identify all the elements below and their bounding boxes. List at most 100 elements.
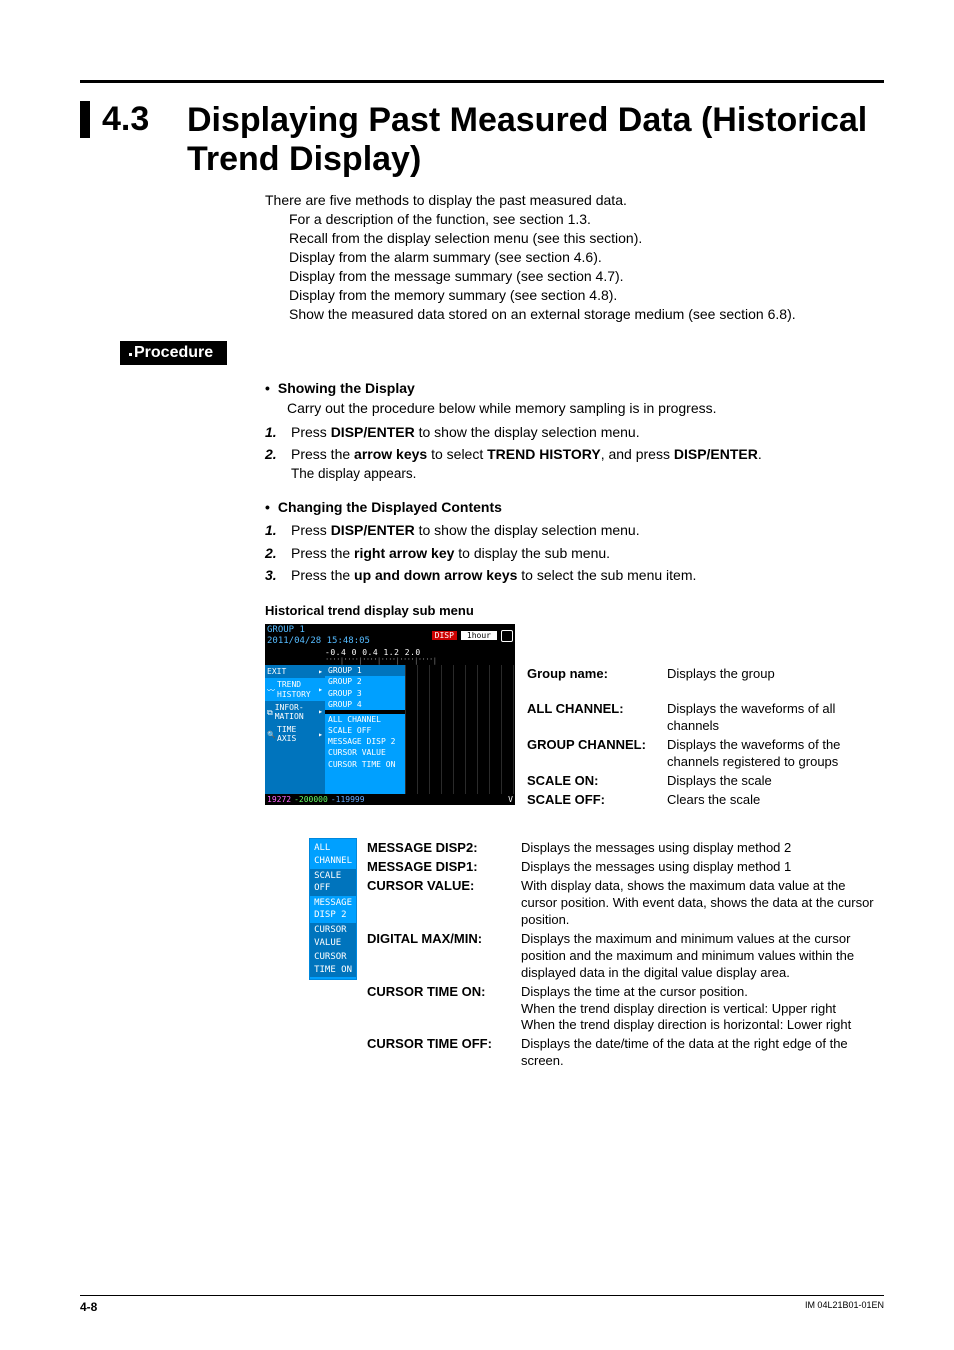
intro-lead: There are five methods to display the pa… bbox=[265, 191, 884, 210]
desc-label: CURSOR VALUE: bbox=[367, 878, 521, 929]
graph-area bbox=[405, 665, 515, 805]
record-icon bbox=[501, 630, 513, 642]
desc-row: CURSOR VALUE: With display data, shows t… bbox=[367, 878, 884, 929]
showing-steps: 1. Press DISP/ENTER to show the display … bbox=[265, 423, 884, 484]
intro-line: Display from the memory summary (see sec… bbox=[289, 286, 884, 305]
changing-steps: 1. Press DISP/ENTER to show the display … bbox=[265, 521, 884, 586]
zoom-icon bbox=[267, 730, 275, 738]
val-unit: V bbox=[508, 795, 513, 804]
t: TIME AXIS bbox=[277, 725, 316, 743]
val-a: 19272 bbox=[267, 795, 291, 804]
t: to select the sub menu item. bbox=[517, 567, 696, 583]
intro-block: There are five methods to display the pa… bbox=[265, 191, 884, 323]
submenu-item[interactable]: SCALE OFF bbox=[325, 725, 405, 736]
intro-line: For a description of the function, see s… bbox=[289, 210, 884, 229]
screenshot-and-desc: GROUP 1 2011/04/28 15:48:05 DISP 1hour -… bbox=[265, 624, 884, 810]
desc-label: GROUP CHANNEL: bbox=[527, 737, 667, 771]
step: 2. Press the arrow keys to select TREND … bbox=[265, 445, 884, 483]
body-block: Showing the Display Carry out the proced… bbox=[265, 379, 884, 1072]
side-menu[interactable]: EXIT TREND HISTORY INFOR-MATION TIME AXI… bbox=[265, 665, 325, 805]
value-bar: 19272 -200000 -119999 V bbox=[265, 794, 515, 805]
intro-line: Recall from the display selection menu (… bbox=[289, 229, 884, 248]
desc-row: DIGITAL MAX/MIN: Displays the maximum an… bbox=[367, 931, 884, 982]
device-screenshot: GROUP 1 2011/04/28 15:48:05 DISP 1hour -… bbox=[265, 624, 515, 805]
submenu-item[interactable]: GROUP 2 bbox=[325, 676, 405, 687]
t: INFOR-MATION bbox=[275, 703, 316, 721]
step-text: Press DISP/ENTER to show the display sel… bbox=[291, 423, 884, 443]
submenu-item[interactable]: GROUP 1 bbox=[325, 665, 405, 676]
bottom-section: ALL CHANNEL SCALE OFF MESSAGE DISP 2 CUR… bbox=[265, 838, 884, 1072]
submenu-item[interactable]: GROUP 4 bbox=[325, 699, 405, 710]
submenu-item[interactable]: CURSOR VALUE bbox=[310, 923, 356, 950]
intro-line: Display from the alarm summary (see sect… bbox=[289, 248, 884, 267]
t: Press bbox=[291, 424, 331, 440]
t: Press bbox=[291, 522, 331, 538]
changing-heading: Changing the Displayed Contents bbox=[265, 498, 884, 518]
t: Press the bbox=[291, 567, 354, 583]
side-trend-history[interactable]: TREND HISTORY bbox=[265, 678, 325, 700]
section-title: Displaying Past Measured Data (Historica… bbox=[187, 101, 884, 179]
intro-line: Show the measured data stored on an exte… bbox=[289, 305, 884, 324]
desc-row: Group name: Displays the group bbox=[527, 666, 884, 683]
step: 1. Press DISP/ENTER to show the display … bbox=[265, 521, 884, 541]
scale-ticks: -0.4 0 0.4 1.2 2.0 bbox=[265, 647, 515, 657]
submenu-item[interactable]: CURSOR VALUE bbox=[325, 747, 405, 758]
step-note: The display appears. bbox=[291, 465, 884, 484]
t: DISP/ENTER bbox=[674, 446, 758, 462]
submenu-fragment: ALL CHANNEL SCALE OFF MESSAGE DISP 2 CUR… bbox=[309, 838, 357, 980]
submenu-item[interactable]: CURSOR TIME ON bbox=[325, 759, 405, 770]
t: arrow keys bbox=[354, 446, 427, 462]
spacer bbox=[527, 685, 884, 699]
t: Press the bbox=[291, 545, 354, 561]
section-number: 4.3 bbox=[80, 101, 187, 138]
desc-text: Displays the scale bbox=[667, 773, 884, 790]
side-time-axis[interactable]: TIME AXIS bbox=[265, 723, 325, 745]
shot-group-title: GROUP 1 2011/04/28 15:48:05 bbox=[267, 625, 428, 646]
val-b: -200000 bbox=[294, 795, 328, 804]
submenu-item[interactable]: GROUP 3 bbox=[325, 688, 405, 699]
scale-ticks-marks: ''''|''''|''''|''''|''''|''''| bbox=[265, 657, 515, 665]
footer-doc: IM 04L21B01-01EN bbox=[805, 1300, 884, 1314]
submenu-item[interactable]: SCALE OFF bbox=[310, 869, 356, 896]
step-text: Press DISP/ENTER to show the display sel… bbox=[291, 521, 884, 541]
showing-lead: Carry out the procedure below while memo… bbox=[287, 399, 884, 419]
bottom-desc-block: MESSAGE DISP2: Displays the messages usi… bbox=[367, 838, 884, 1072]
desc-text: Displays the waveforms of all channels bbox=[667, 701, 884, 735]
t: to display the sub menu. bbox=[454, 545, 610, 561]
top-desc-block: Group name: Displays the group ALL CHANN… bbox=[527, 664, 884, 810]
desc-text: Displays the messages using display meth… bbox=[521, 840, 884, 857]
page: 4.3 Displaying Past Measured Data (Histo… bbox=[0, 0, 954, 1350]
submenu-item[interactable]: MESSAGE DISP 2 bbox=[325, 736, 405, 747]
side-information[interactable]: INFOR-MATION bbox=[265, 701, 325, 723]
desc-text: Displays the waveforms of the channels r… bbox=[667, 737, 884, 771]
step-number: 3. bbox=[265, 566, 291, 586]
desc-label: MESSAGE DISP1: bbox=[367, 859, 521, 876]
submenu-panel[interactable]: GROUP 1 GROUP 2 GROUP 3 GROUP 4 ALL CHAN… bbox=[325, 665, 405, 805]
intro-line: Display from the message summary (see se… bbox=[289, 267, 884, 286]
t: Press the bbox=[291, 446, 354, 462]
showing-heading: Showing the Display bbox=[265, 379, 884, 399]
side-exit[interactable]: EXIT bbox=[265, 665, 325, 678]
val-c: -119999 bbox=[331, 795, 365, 804]
desc-label: SCALE OFF: bbox=[527, 792, 667, 809]
desc-row: GROUP CHANNEL: Displays the waveforms of… bbox=[527, 737, 884, 771]
t: TREND HISTORY bbox=[487, 446, 601, 462]
step-text: Press the up and down arrow keys to sele… bbox=[291, 566, 884, 586]
desc-text: Displays the group bbox=[667, 666, 884, 683]
desc-text: Clears the scale bbox=[667, 792, 884, 809]
desc-row: CURSOR TIME ON: Displays the time at the… bbox=[367, 984, 884, 1035]
desc-label: Group name: bbox=[527, 666, 667, 683]
t: to show the display selection menu. bbox=[415, 522, 640, 538]
shot-body: EXIT TREND HISTORY INFOR-MATION TIME AXI… bbox=[265, 665, 515, 805]
submenu-item[interactable]: ALL CHANNEL bbox=[325, 714, 405, 725]
info-icon bbox=[267, 708, 273, 716]
desc-row: CURSOR TIME OFF: Displays the date/time … bbox=[367, 1036, 884, 1070]
desc-text: Displays the maximum and minimum values … bbox=[521, 931, 884, 982]
submenu-item[interactable]: MESSAGE DISP 2 bbox=[310, 896, 356, 923]
datetime: 2011/04/28 15:48:05 bbox=[267, 636, 370, 646]
step: 2. Press the right arrow key to display … bbox=[265, 544, 884, 564]
submenu-item[interactable]: ALL CHANNEL bbox=[310, 841, 356, 868]
desc-label: SCALE ON: bbox=[527, 773, 667, 790]
group-title: GROUP 1 bbox=[267, 625, 305, 635]
submenu-item[interactable]: CURSOR TIME ON bbox=[310, 950, 356, 977]
